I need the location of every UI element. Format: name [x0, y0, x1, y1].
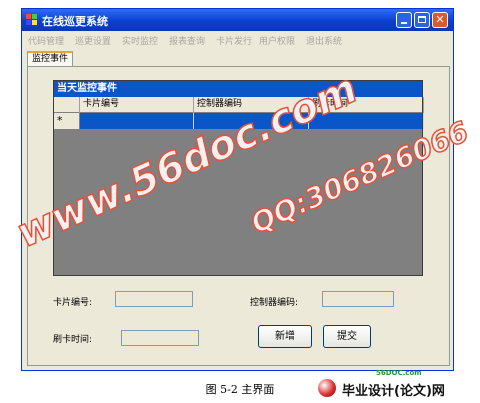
- title-bar[interactable]: 在线巡更系统 ✕: [22, 9, 453, 31]
- new-row-marker: *: [54, 113, 80, 129]
- card-no-input[interactable]: [115, 291, 193, 307]
- tab-monitor-events[interactable]: 监控事件表: [27, 51, 73, 77]
- grid-header: 卡片编号 控制器编码 刷卡时间: [54, 97, 424, 113]
- logo: 毕业设计(论文)网: [316, 377, 476, 399]
- close-button[interactable]: ✕: [432, 12, 448, 28]
- menu-item-realtime-monitor[interactable]: 实时监控: [122, 34, 158, 47]
- card-no-label: 卡片编号:: [53, 298, 93, 308]
- row-header-corner: [54, 97, 80, 113]
- window-title: 在线巡更系统: [42, 15, 108, 28]
- submit-button[interactable]: 提交: [323, 325, 371, 348]
- maximize-button[interactable]: [414, 12, 430, 28]
- controller-code-input[interactable]: [322, 291, 394, 307]
- minimize-button[interactable]: [396, 12, 412, 28]
- menu-item-user-permissions[interactable]: 用户权限: [259, 34, 295, 47]
- menu-item-patrol-settings[interactable]: 巡更设置: [75, 34, 111, 47]
- add-button[interactable]: 新增: [258, 325, 312, 348]
- logo-small-text: 56DOC.com: [376, 369, 422, 377]
- logo-text: 毕业设计(论文)网: [342, 384, 445, 399]
- column-header-card-no[interactable]: 卡片编号: [80, 97, 194, 113]
- grid-caption: 当天监控事件: [54, 81, 422, 97]
- cell-card-no[interactable]: [80, 113, 194, 129]
- menu-item-report-query[interactable]: 报表查询: [169, 34, 205, 47]
- swipe-time-label: 刷卡时间:: [53, 335, 93, 345]
- app-icon: [26, 14, 38, 26]
- swipe-time-input[interactable]: [121, 330, 199, 346]
- logo-mark-icon: [318, 379, 336, 397]
- menu-item-exit[interactable]: 退出系统: [306, 34, 342, 47]
- close-icon: ✕: [435, 13, 445, 26]
- menu-item-code-management[interactable]: 代码管理: [28, 34, 64, 47]
- maximize-icon: [418, 16, 426, 23]
- minimize-icon: [401, 22, 407, 24]
- controller-code-label: 控制器编码:: [250, 298, 299, 308]
- menu-bar: 代码管理 巡更设置 实时监控 报表查询 卡片发行 用户权限 退出系统: [22, 32, 453, 48]
- menu-item-card-issue[interactable]: 卡片发行: [216, 34, 252, 47]
